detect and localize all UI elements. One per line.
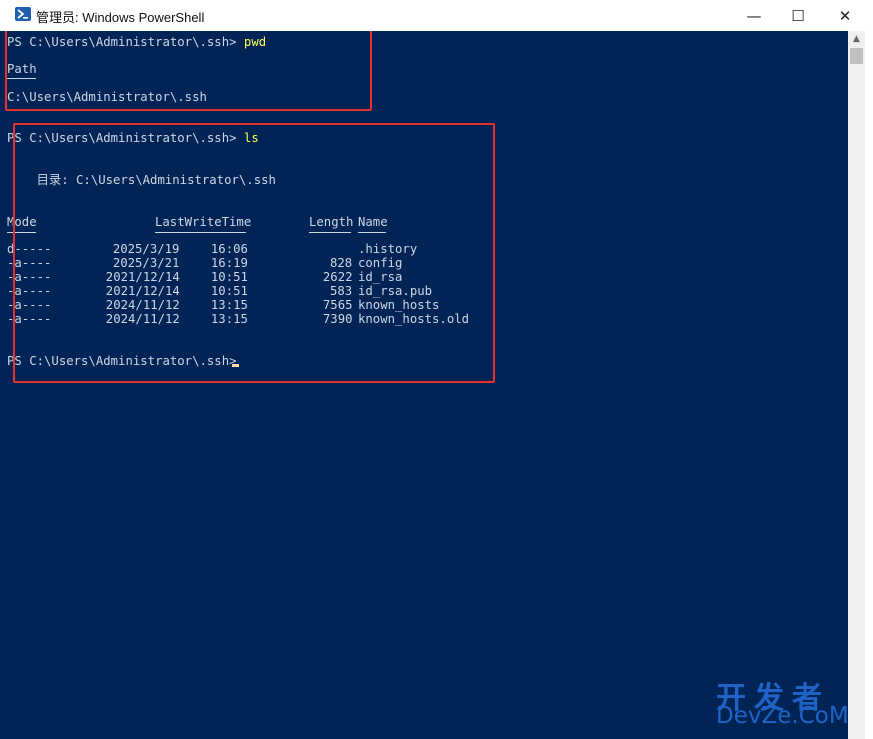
- powershell-window: 管理员: Windows PowerShell — ☐ ✕ PS C:\User…: [0, 0, 873, 739]
- vertical-scrollbar[interactable]: ▲: [848, 31, 865, 739]
- scroll-thumb[interactable]: [850, 48, 863, 64]
- console-area[interactable]: PS C:\Users\Administrator\.ssh> pwd Path…: [0, 31, 848, 739]
- watermark-en: DevZe.CoM: [716, 703, 849, 729]
- close-button[interactable]: ✕: [822, 0, 868, 31]
- window-title: 管理员: Windows PowerShell: [36, 10, 205, 25]
- powershell-icon: [15, 7, 31, 21]
- highlight-box-ls: [13, 123, 495, 383]
- console-left-edge: [0, 31, 3, 739]
- maximize-button[interactable]: ☐: [775, 0, 821, 31]
- highlight-box-pwd: [5, 31, 372, 111]
- window-right-edge: [865, 31, 873, 739]
- minimize-button[interactable]: —: [731, 0, 777, 31]
- title-bar[interactable]: 管理员: Windows PowerShell — ☐ ✕: [0, 0, 873, 31]
- scroll-up-arrow-icon[interactable]: ▲: [848, 31, 865, 48]
